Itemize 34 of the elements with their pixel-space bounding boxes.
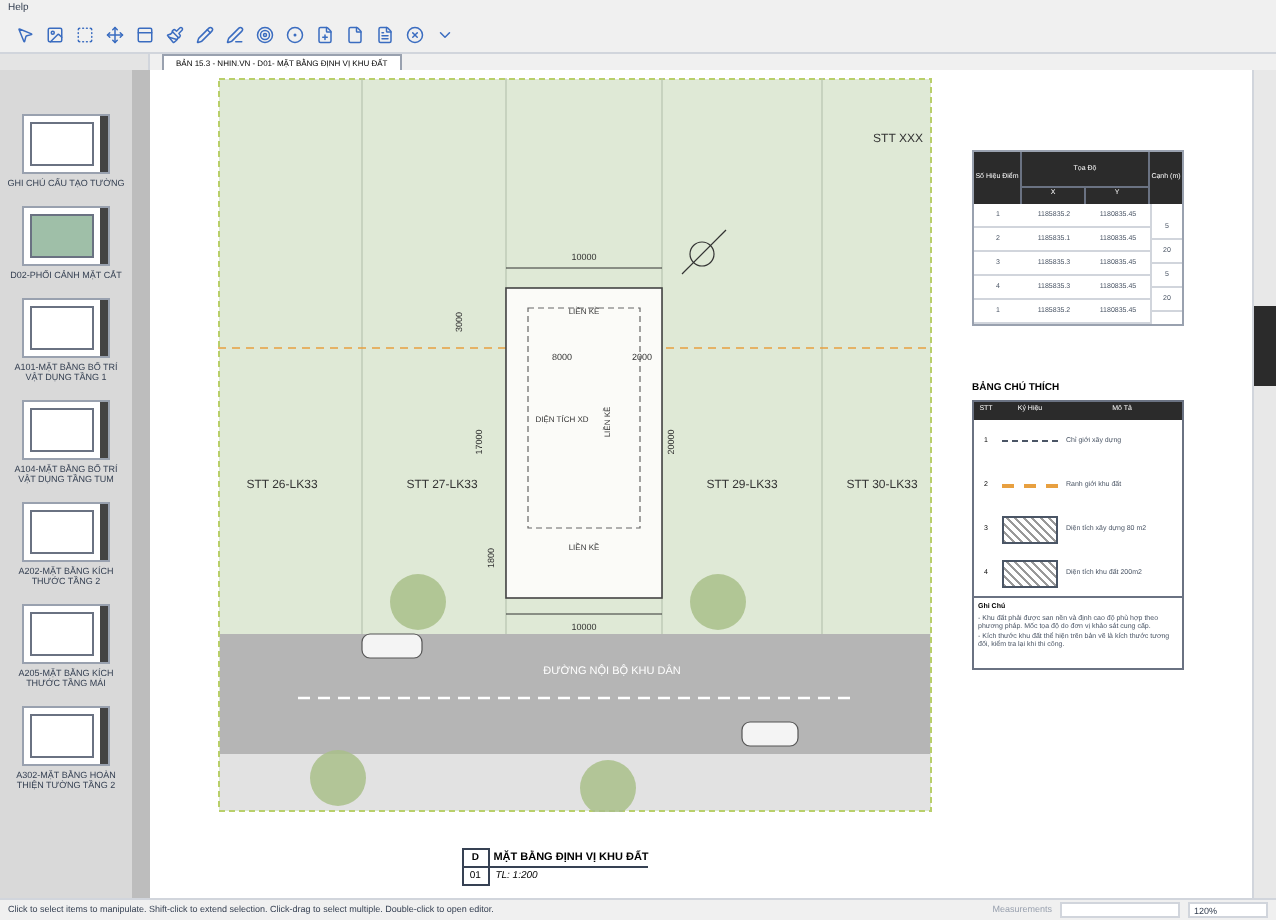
- dashed-square-icon[interactable]: [76, 26, 94, 44]
- file-text-icon[interactable]: [376, 26, 394, 44]
- sheet-thumbnail[interactable]: [22, 206, 110, 266]
- dash-line-symbol: [1002, 440, 1058, 442]
- hatch-symbol: [1002, 515, 1058, 543]
- sheet-thumbnail[interactable]: [22, 502, 110, 562]
- file-icon[interactable]: [346, 26, 364, 44]
- tree-icon: [310, 750, 366, 806]
- sheet-thumbnail[interactable]: [22, 706, 110, 766]
- target-icon[interactable]: [256, 26, 274, 44]
- caret-icon[interactable]: [436, 26, 454, 44]
- boundary-line-symbol: [1002, 483, 1058, 487]
- panel-icon[interactable]: [136, 26, 154, 44]
- north-arrow-icon: [681, 229, 727, 275]
- move-icon[interactable]: [106, 26, 124, 44]
- image-icon[interactable]: [46, 26, 64, 44]
- tree-icon: [690, 574, 746, 630]
- sheet-thumbnail[interactable]: [22, 604, 110, 664]
- circle-x-icon[interactable]: [406, 26, 424, 44]
- sheet-thumbnail[interactable]: [22, 114, 110, 174]
- car-icon: [741, 721, 799, 747]
- tree-icon: [390, 574, 446, 630]
- hatch-symbol: [1002, 559, 1058, 587]
- brush-icon[interactable]: [166, 26, 184, 44]
- pointer-icon[interactable]: [16, 26, 34, 44]
- measurements-field[interactable]: [1060, 902, 1180, 918]
- tree-icon: [580, 760, 636, 812]
- pencil-icon[interactable]: [196, 26, 214, 44]
- sheet-thumbnail[interactable]: [22, 298, 110, 358]
- pen-icon[interactable]: [226, 26, 244, 44]
- car-icon: [361, 633, 423, 659]
- sheet-thumbnail[interactable]: [22, 400, 110, 460]
- file-plus-icon[interactable]: [316, 26, 334, 44]
- circle-dot-icon[interactable]: [286, 26, 304, 44]
